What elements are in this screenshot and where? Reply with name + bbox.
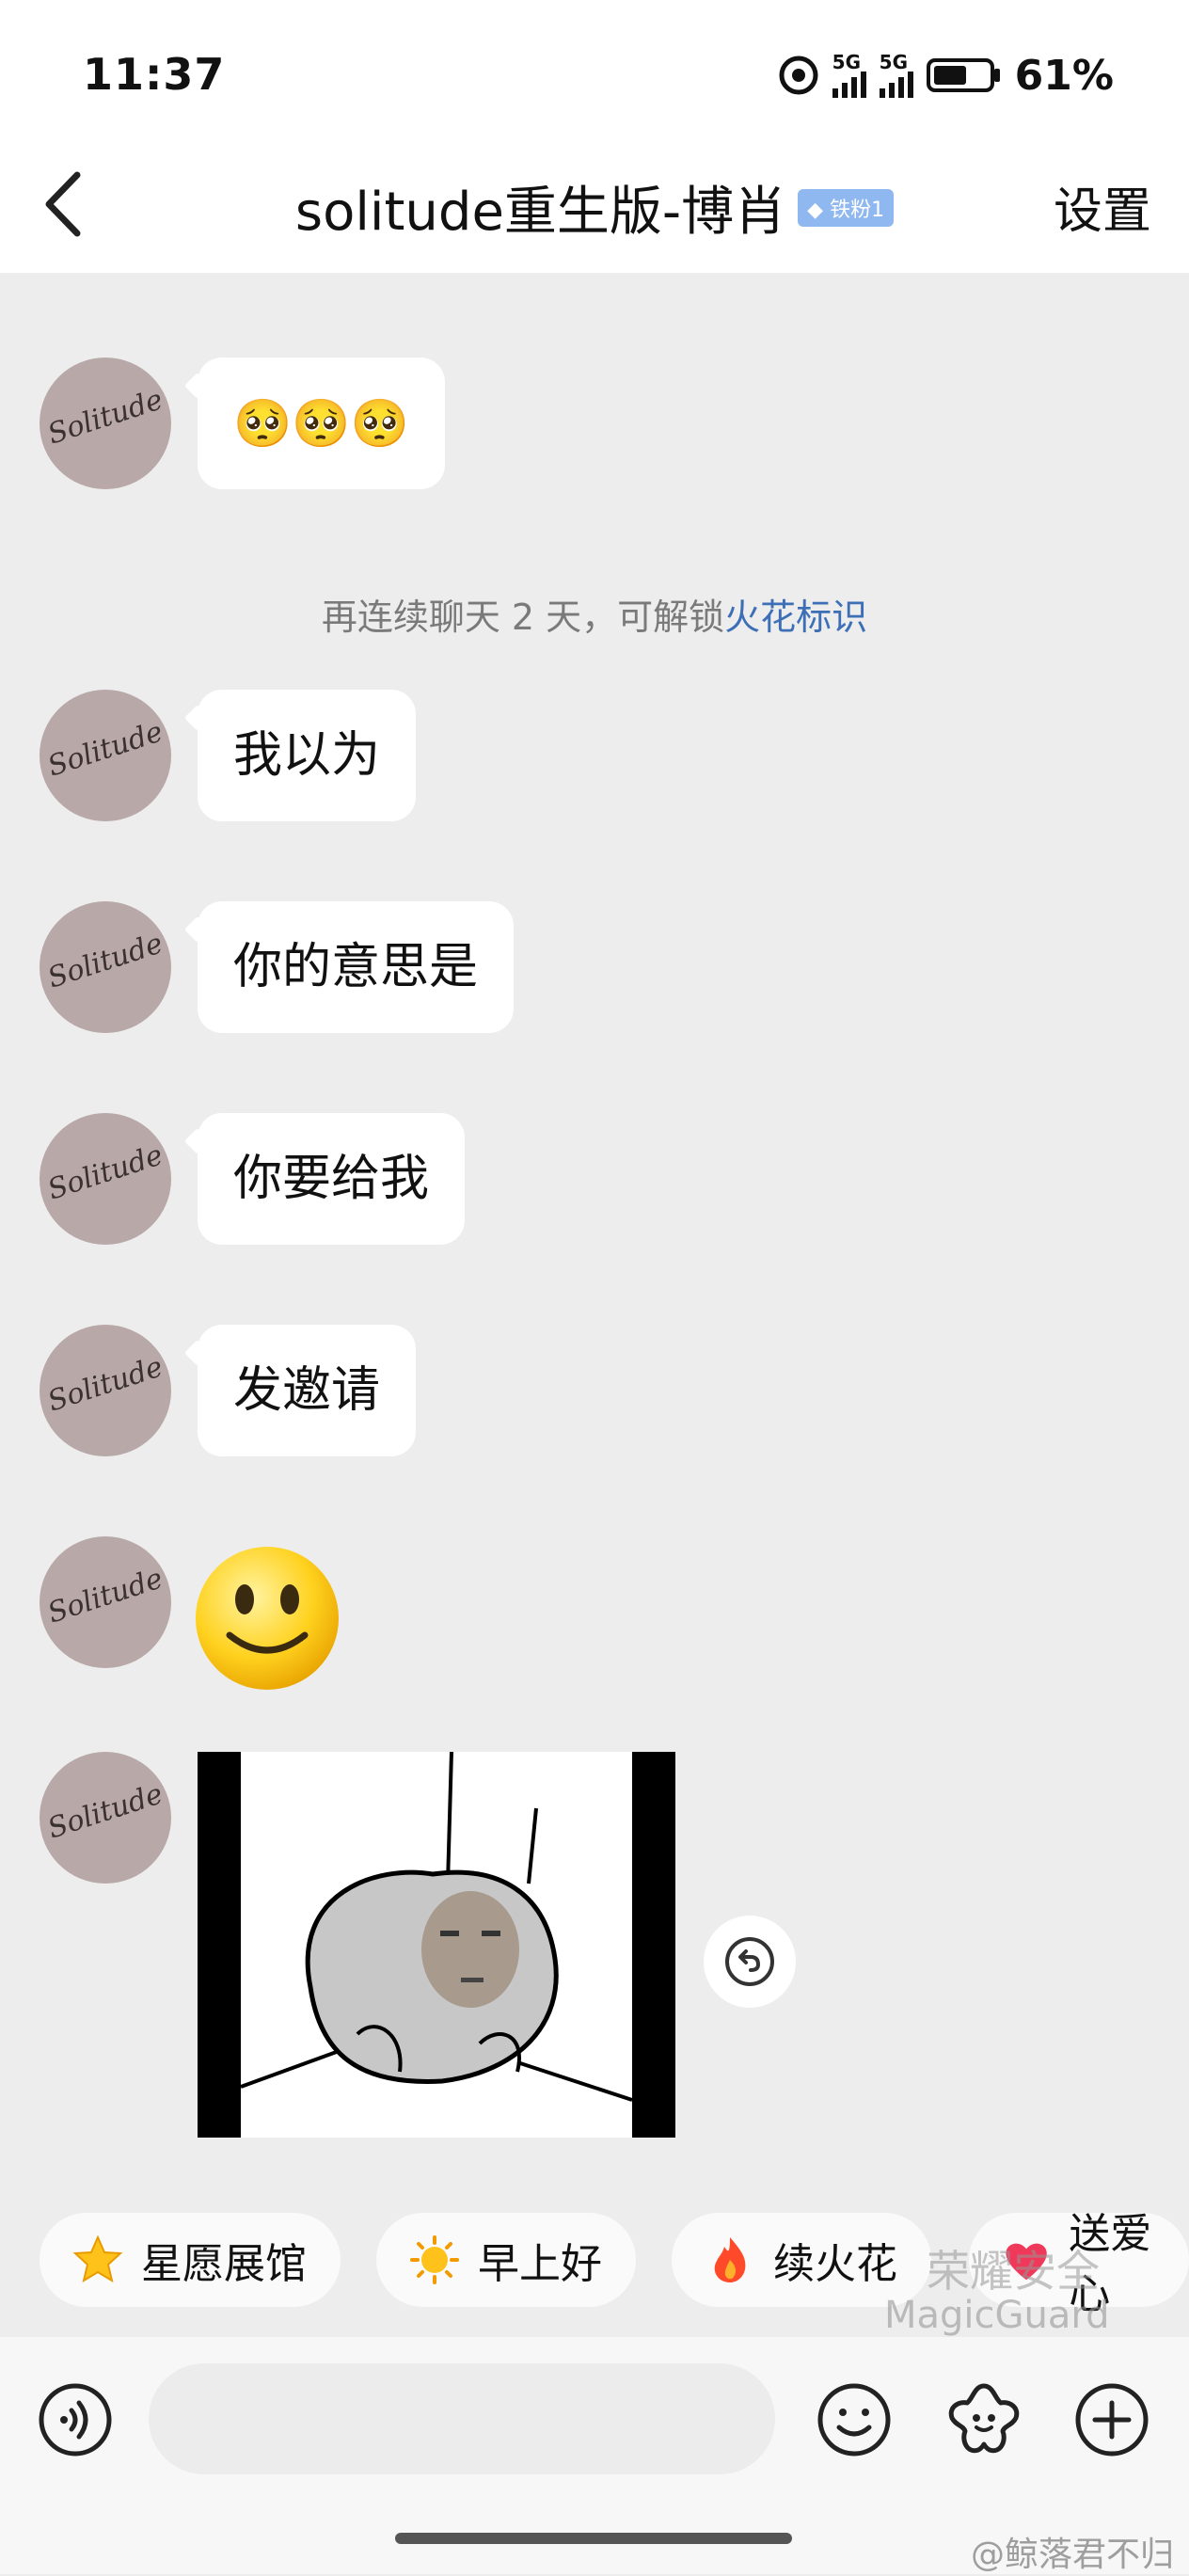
avatar[interactable]: Solitude (40, 1752, 171, 1884)
star-icon (72, 2234, 123, 2283)
avatar[interactable]: Solitude (40, 1536, 171, 1668)
message-bubble[interactable]: 我以为 (198, 690, 417, 821)
smiley-emoji[interactable] (192, 1543, 342, 1693)
fire-icon (714, 2237, 746, 2282)
message-text: 你要给我 (233, 1151, 430, 1207)
quick-reply-star-gallery[interactable]: 星愿展馆 (40, 2213, 341, 2307)
watermark-magicguard: MagicGuard (884, 2294, 1110, 2337)
voice-icon[interactable] (36, 2380, 115, 2459)
avatar[interactable]: Solitude (40, 901, 171, 1033)
watermark-brand: 荣耀安全 (927, 2246, 1100, 2297)
chat-title: solitude重生版-博肖 (294, 182, 787, 243)
message-input[interactable] (149, 2363, 775, 2474)
signal-2-icon: 5G (879, 53, 913, 98)
signal-1-icon: 5G (832, 53, 866, 98)
emoji-icon[interactable] (815, 2380, 894, 2459)
message-text: 发邀请 (233, 1362, 381, 1419)
data-saver-icon (779, 56, 818, 95)
status-time: 11:37 (83, 49, 226, 100)
avatar[interactable]: Solitude (40, 1113, 171, 1245)
chat-header: solitude重生版-博肖 ◆ 铁粉1 (0, 169, 1189, 246)
battery-icon (926, 58, 1000, 92)
message-bubble[interactable]: 发邀请 (198, 1325, 417, 1456)
message-bubble[interactable]: 🥺🥺🥺 (198, 358, 445, 489)
message-emoji: 🥺🥺🥺 (233, 396, 409, 451)
flower-icon[interactable] (943, 2378, 1025, 2461)
sun-icon (410, 2235, 459, 2284)
quick-reply-continue-spark[interactable]: 续火花 (672, 2213, 931, 2307)
battery-percent: 61% (1014, 51, 1114, 100)
plus-icon[interactable] (1072, 2380, 1151, 2459)
message-text: 我以为 (233, 727, 381, 784)
avatar[interactable]: Solitude (40, 690, 171, 821)
message-text: 你的意思是 (233, 939, 479, 995)
fan-badge: ◆ 铁粉1 (798, 188, 895, 227)
spark-notice: 再连续聊天 2 天，可解锁火花标识 (321, 596, 868, 638)
avatar[interactable]: Solitude (40, 1325, 171, 1456)
message-bubble[interactable]: 你的意思是 (198, 901, 515, 1033)
home-indicator[interactable] (395, 2533, 792, 2544)
reply-icon (725, 1937, 774, 1986)
status-icons: 5G 5G 61% (778, 47, 1114, 103)
weibo-watermark: @鲸落君不归 (970, 2536, 1174, 2574)
settings-button[interactable]: 设置 (1054, 171, 1151, 242)
message-bubble[interactable]: 你要给我 (198, 1113, 466, 1245)
avatar[interactable]: Solitude (40, 358, 171, 489)
reply-quote-button[interactable] (704, 1916, 796, 2008)
meme-sticker[interactable] (198, 1752, 675, 2138)
spark-link[interactable]: 火花标识 (724, 596, 867, 638)
quick-reply-good-morning[interactable]: 早上好 (376, 2213, 636, 2307)
